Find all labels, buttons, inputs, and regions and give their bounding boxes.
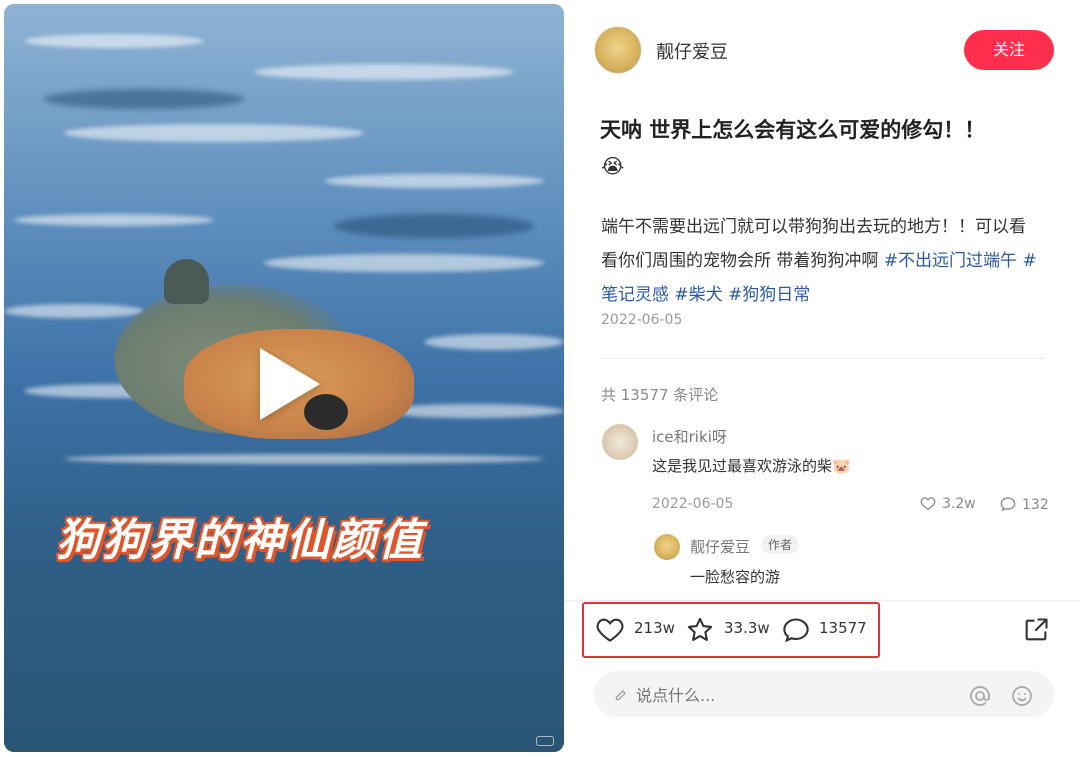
pencil-icon [615, 690, 626, 701]
comment-reply-count: 132 [1022, 497, 1049, 513]
reply-avatar[interactable] [654, 534, 680, 560]
stats-highlight-box [582, 602, 880, 658]
crying-emoji-icon: 😭 [601, 154, 625, 178]
post-date: 2022-06-05 [601, 312, 683, 328]
comment-text: 这是我见过最喜欢游泳的柴🐷 [652, 457, 851, 475]
fullscreen-icon[interactable] [536, 736, 554, 746]
water-shadow [44, 89, 244, 109]
comment-like-button[interactable]: 3.2w [920, 496, 976, 512]
comment-input[interactable] [634, 671, 958, 719]
commenter-name[interactable]: ice和riki呀 [652, 426, 727, 447]
water-highlight [64, 454, 544, 464]
comment-reply-button[interactable]: 132 [1000, 496, 1049, 513]
water-highlight [14, 214, 214, 226]
heart-icon [920, 497, 936, 511]
comment-count: 共 13577 条评论 [601, 386, 719, 404]
video-caption: 狗狗界的神仙颜值 [56, 515, 424, 566]
post-title: 天呐 世界上怎么会有这么可爱的修勾！！ [600, 118, 986, 142]
dog-ear [164, 259, 209, 304]
video-player[interactable]: 狗狗界的神仙颜值 [4, 4, 564, 752]
water-highlight [264, 254, 544, 272]
water-highlight [254, 64, 514, 80]
post-body: 端午不需要出远门就可以带狗狗出去玩的地方！！可以看看你们周围的宠物会所 带着狗狗… [601, 210, 1041, 312]
commenter-avatar[interactable] [602, 424, 638, 460]
hashtag-link[interactable]: #不出远门过端午 [884, 251, 1017, 271]
author-avatar[interactable] [594, 26, 642, 74]
author-badge: 作者 [762, 535, 799, 554]
play-icon[interactable] [260, 348, 320, 420]
emoji-smile-icon[interactable] [1010, 684, 1034, 708]
water-highlight [324, 174, 544, 188]
mention-at-icon[interactable] [968, 684, 992, 708]
divider [600, 358, 1046, 359]
water-highlight [24, 34, 204, 48]
comment-like-count: 3.2w [942, 496, 976, 512]
comment-date: 2022-06-05 [652, 496, 734, 512]
water-highlight [424, 334, 564, 350]
water-highlight [4, 304, 144, 318]
share-icon[interactable] [1022, 616, 1050, 644]
water-shadow [334, 214, 534, 238]
divider [564, 600, 1080, 601]
hashtag-link[interactable]: #柴犬 [674, 285, 722, 305]
comment-bubble-icon [1000, 497, 1016, 512]
author-name[interactable]: 靓仔爱豆 [656, 38, 728, 64]
reply-user-name[interactable]: 靓仔爱豆 [690, 536, 750, 557]
water-highlight [64, 124, 364, 142]
follow-button[interactable]: 关注 [964, 30, 1054, 70]
reply-text: 一脸愁容的游 [690, 568, 781, 586]
hashtag-link[interactable]: #狗狗日常 [728, 285, 810, 305]
